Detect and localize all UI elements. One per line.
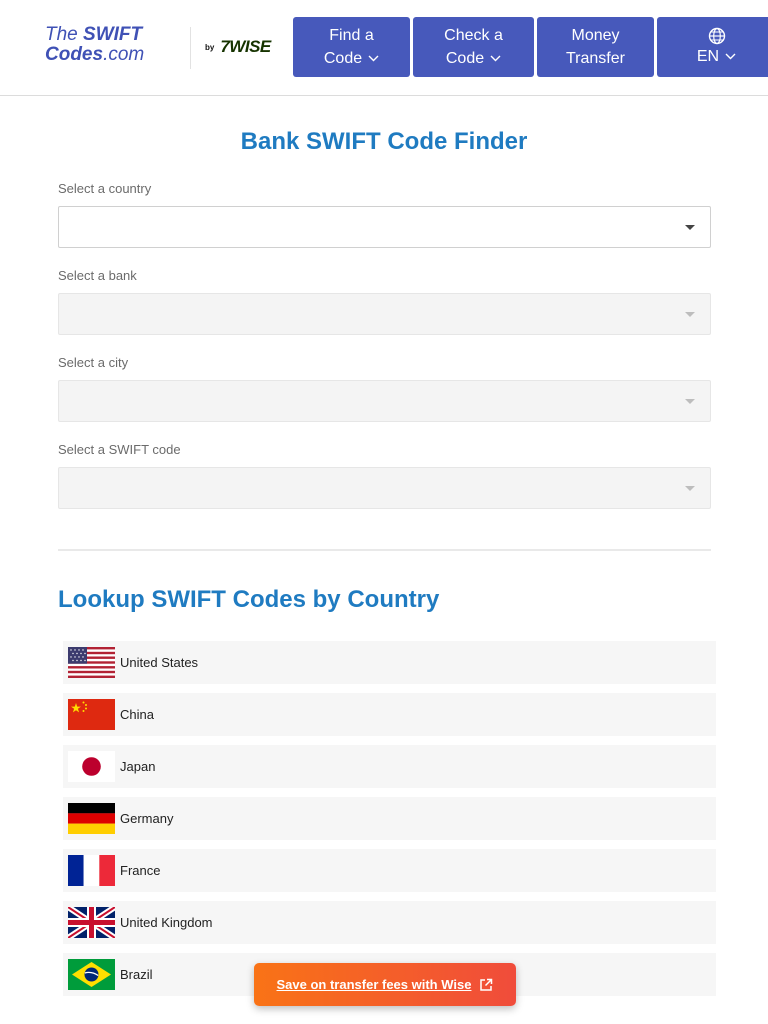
country-item-united-kingdom[interactable]: United Kingdom bbox=[63, 901, 716, 944]
nav-money-label-2: Transfer bbox=[566, 50, 625, 67]
country-select[interactable] bbox=[58, 206, 711, 248]
germany-flag-icon bbox=[68, 803, 115, 834]
country-item-germany[interactable]: Germany bbox=[63, 797, 716, 840]
city-select-label: Select a city bbox=[58, 355, 129, 370]
bank-select-label: Select a bank bbox=[58, 268, 137, 283]
nav-lang-label: EN bbox=[696, 47, 720, 65]
chevron-down-icon bbox=[368, 55, 379, 62]
nav-find-code-button[interactable]: Find a Code bbox=[293, 17, 410, 77]
nav-check-code-button[interactable]: Check a Code bbox=[413, 17, 534, 77]
country-name: Brazil bbox=[120, 967, 153, 982]
country-item-japan[interactable]: Japan bbox=[63, 745, 716, 788]
nav-language-button[interactable]: EN bbox=[657, 17, 768, 77]
caret-down-icon bbox=[685, 486, 695, 491]
site-header: The SWIFT Codes.com by 7WISE Find a Code… bbox=[0, 0, 768, 96]
country-name: Japan bbox=[120, 759, 156, 774]
globe-icon bbox=[708, 27, 725, 44]
country-name: France bbox=[120, 863, 161, 878]
external-link-icon bbox=[480, 978, 493, 991]
nav-find-label-1: Find a bbox=[329, 27, 374, 44]
chevron-down-icon bbox=[725, 53, 736, 59]
swift-select-label: Select a SWIFT code bbox=[58, 442, 181, 457]
logo-text-codes: Codes bbox=[45, 44, 104, 65]
caret-down-icon bbox=[685, 225, 695, 230]
country-item-united-states[interactable]: United States bbox=[63, 641, 716, 684]
nav-money-label-1: Money bbox=[571, 27, 620, 44]
by-text: by bbox=[205, 42, 215, 52]
wise-logo: 7WISE bbox=[220, 37, 271, 56]
japan-flag-icon bbox=[68, 751, 115, 782]
china-flag-icon bbox=[68, 699, 115, 730]
page-title: Bank SWIFT Code Finder bbox=[240, 128, 528, 155]
bank-select[interactable] bbox=[58, 293, 711, 335]
city-select[interactable] bbox=[58, 380, 711, 422]
country-name: United States bbox=[120, 655, 199, 670]
lookup-section-title: Lookup SWIFT Codes by Country bbox=[58, 586, 440, 613]
country-select-label: Select a country bbox=[58, 181, 152, 196]
france-flag-icon bbox=[68, 855, 115, 886]
logo-text-swift: SWIFT bbox=[83, 24, 143, 45]
us-flag-icon bbox=[68, 647, 115, 678]
logo-divider bbox=[190, 27, 191, 69]
country-name: United Kingdom bbox=[120, 915, 213, 930]
nav-money-transfer-button[interactable]: Money Transfer bbox=[537, 17, 654, 77]
swift-code-select[interactable] bbox=[58, 467, 711, 509]
caret-down-icon bbox=[685, 399, 695, 404]
nav-find-label-2: Code bbox=[323, 50, 363, 67]
section-divider bbox=[58, 549, 711, 551]
country-name: Germany bbox=[120, 811, 174, 826]
nav-check-label-2: Code bbox=[445, 50, 485, 67]
logo-text-the: The bbox=[45, 24, 84, 45]
nav-check-label-1: Check a bbox=[444, 27, 503, 44]
chevron-down-icon bbox=[490, 55, 501, 62]
country-item-france[interactable]: France bbox=[63, 849, 716, 892]
cta-label: Save on transfer fees with Wise bbox=[276, 977, 472, 992]
by-wise-badge[interactable]: by 7WISE bbox=[205, 37, 271, 57]
logo-text-com: .com bbox=[103, 44, 145, 65]
uk-flag-icon bbox=[68, 907, 115, 938]
brazil-flag-icon bbox=[68, 959, 115, 990]
country-name: China bbox=[120, 707, 154, 722]
site-logo[interactable]: The SWIFT Codes.com bbox=[45, 25, 160, 65]
save-with-wise-button[interactable]: Save on transfer fees with Wise bbox=[254, 963, 516, 1006]
country-item-china[interactable]: China bbox=[63, 693, 716, 736]
caret-down-icon bbox=[685, 312, 695, 317]
